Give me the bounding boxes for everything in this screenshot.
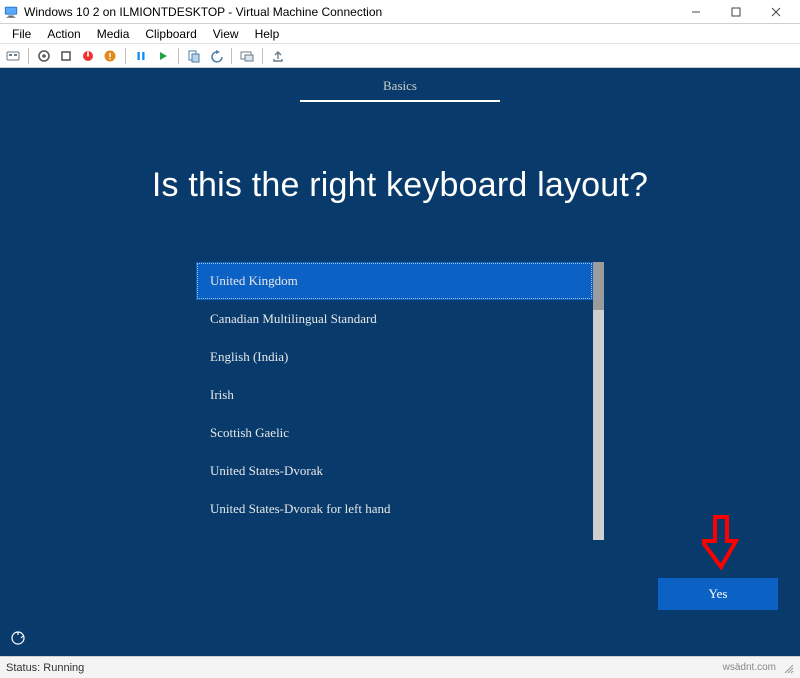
list-item[interactable]: English (India) [196, 338, 593, 376]
list-item[interactable]: Irish [196, 376, 593, 414]
menu-clipboard[interactable]: Clipboard [137, 26, 204, 42]
share-button[interactable] [269, 47, 287, 65]
toolbar [0, 44, 800, 68]
keyboard-layout-listbox: United Kingdom Canadian Multilingual Sta… [196, 262, 604, 540]
list-item[interactable]: United States-Dvorak for left hand [196, 490, 593, 528]
watermark-text: wsädnt.com [723, 662, 776, 673]
guest-display: Basics Is this the right keyboard layout… [0, 68, 800, 656]
menu-action[interactable]: Action [39, 26, 88, 42]
shutdown-button[interactable] [79, 47, 97, 65]
tab-basics[interactable]: Basics [313, 74, 487, 100]
menu-media[interactable]: Media [89, 26, 138, 42]
annotation-arrow-icon [702, 513, 740, 571]
window-titlebar: Windows 10 2 on ILMIONTDESKTOP - Virtual… [0, 0, 800, 24]
list-item[interactable]: United States-Dvorak [196, 452, 593, 490]
resize-grip-icon[interactable] [782, 662, 794, 674]
ctrl-alt-del-button[interactable] [4, 47, 22, 65]
scrollbar-thumb[interactable] [593, 262, 604, 310]
oobe-tabstrip: Basics [300, 74, 500, 102]
toolbar-separator [231, 48, 232, 64]
menu-view[interactable]: View [205, 26, 247, 42]
save-button[interactable] [101, 47, 119, 65]
toolbar-separator [28, 48, 29, 64]
list-item[interactable]: United Kingdom [196, 262, 593, 300]
scrollbar[interactable] [593, 262, 604, 540]
toolbar-separator [125, 48, 126, 64]
enhanced-session-button[interactable] [238, 47, 256, 65]
window-title: Windows 10 2 on ILMIONTDESKTOP - Virtual… [24, 5, 676, 19]
reset-button[interactable] [154, 47, 172, 65]
checkpoint-button[interactable] [185, 47, 203, 65]
keyboard-layout-list[interactable]: United Kingdom Canadian Multilingual Sta… [196, 262, 593, 540]
window-minimize-button[interactable] [676, 0, 716, 24]
page-title: Is this the right keyboard layout? [0, 166, 800, 205]
window-maximize-button[interactable] [716, 0, 756, 24]
toolbar-separator [178, 48, 179, 64]
menu-bar: File Action Media Clipboard View Help [0, 24, 800, 44]
pause-button[interactable] [132, 47, 150, 65]
status-bar: Status: Running wsädnt.com [0, 656, 800, 678]
menu-file[interactable]: File [4, 26, 39, 42]
window-close-button[interactable] [756, 0, 796, 24]
accessibility-icon[interactable] [8, 628, 28, 648]
yes-button[interactable]: Yes [658, 578, 778, 610]
start-button[interactable] [35, 47, 53, 65]
status-text: Status: Running [6, 662, 84, 674]
turn-off-button[interactable] [57, 47, 75, 65]
list-item[interactable]: Scottish Gaelic [196, 414, 593, 452]
revert-button[interactable] [207, 47, 225, 65]
toolbar-separator [262, 48, 263, 64]
menu-help[interactable]: Help [247, 26, 288, 42]
vm-monitor-icon [4, 5, 18, 19]
list-item[interactable]: Canadian Multilingual Standard [196, 300, 593, 338]
